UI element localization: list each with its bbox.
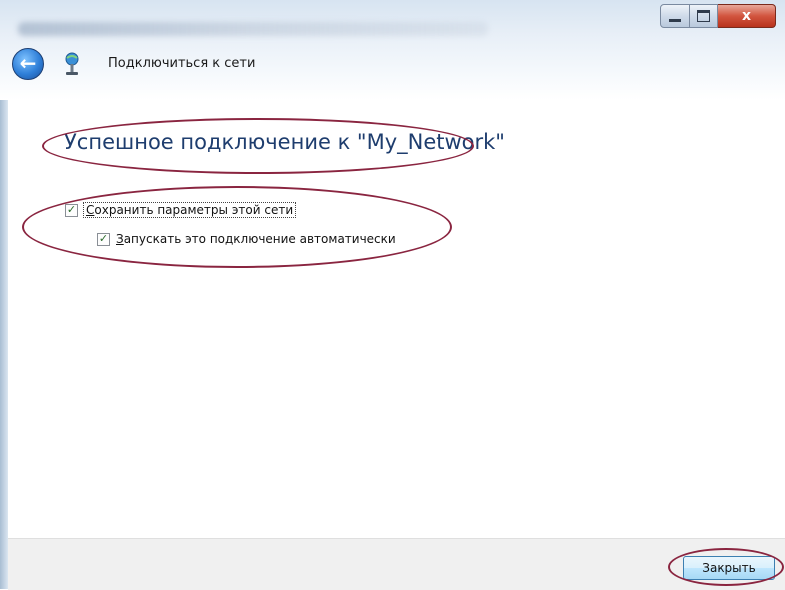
minimize-icon <box>669 18 681 22</box>
network-icon <box>65 52 79 75</box>
close-icon: x <box>741 8 752 24</box>
annotation-ellipse-heading <box>42 118 474 174</box>
maximize-button[interactable] <box>690 4 718 28</box>
close-window-button[interactable]: x <box>718 4 776 28</box>
blurred-window-caption <box>18 22 488 36</box>
minimize-button[interactable] <box>660 4 690 28</box>
maximize-icon <box>697 10 710 22</box>
window-caption-buttons: x <box>660 4 776 30</box>
window-frame-left <box>0 100 8 589</box>
annotation-ellipse-checkboxes <box>22 186 452 268</box>
annotation-ellipse-close-button <box>668 548 784 586</box>
wizard-title: Подключиться к сети <box>108 56 256 71</box>
back-arrow-icon: ← <box>19 51 37 75</box>
back-button[interactable]: ← <box>12 48 44 80</box>
